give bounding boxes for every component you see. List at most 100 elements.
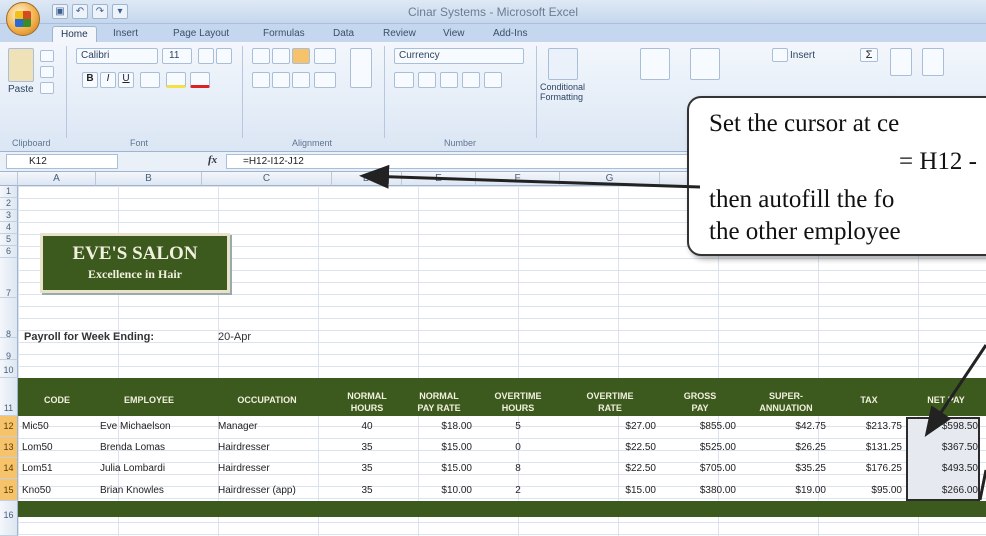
tab-add-ins[interactable]: Add-Ins	[485, 26, 535, 42]
sort-filter-icon[interactable]	[890, 48, 912, 76]
grow-font-icon[interactable]	[198, 48, 214, 64]
column-header-b[interactable]: B	[96, 172, 202, 186]
cell-employee[interactable]: Brian Knowles	[100, 484, 164, 498]
select-all-corner[interactable]	[0, 172, 18, 186]
insert-cells-button[interactable]: Insert	[790, 50, 815, 61]
cell-occupation[interactable]: Hairdresser (app)	[218, 484, 296, 498]
cell-employee[interactable]: Julia Lombardi	[100, 462, 165, 476]
comma-style-icon[interactable]	[440, 72, 458, 88]
cell-normal-pay-rate[interactable]: $10.00	[402, 484, 472, 498]
align-right-icon[interactable]	[292, 72, 310, 88]
format-painter-icon[interactable]	[40, 82, 54, 94]
tab-page-layout[interactable]: Page Layout	[165, 26, 237, 42]
paste-label[interactable]: Paste	[8, 84, 34, 95]
cell-gross-pay[interactable]: $705.00	[660, 462, 736, 476]
tab-formulas[interactable]: Formulas	[255, 26, 313, 42]
tab-home[interactable]: Home	[52, 26, 97, 42]
row-header[interactable]: 7	[0, 258, 18, 298]
cell-overtime-hours[interactable]: 5	[476, 420, 560, 434]
row-header[interactable]: 11	[0, 378, 18, 416]
column-header-f[interactable]: F	[476, 172, 560, 186]
row-header[interactable]: 15	[0, 479, 18, 501]
name-box[interactable]: K12	[6, 154, 118, 169]
borders-icon[interactable]	[140, 72, 160, 88]
cell-superannuation[interactable]: $19.00	[740, 484, 826, 498]
row-header[interactable]: 2	[0, 198, 18, 210]
cell-code[interactable]: Mic50	[22, 420, 49, 434]
align-bottom-icon[interactable]	[292, 48, 310, 64]
cell-normal-hours[interactable]: 40	[332, 420, 402, 434]
column-header-c[interactable]: C	[202, 172, 332, 186]
insert-function-icon[interactable]: fx	[208, 154, 217, 166]
cell-net-pay[interactable]: $367.50	[906, 441, 978, 455]
row-header[interactable]: 16	[0, 501, 18, 536]
cell-normal-pay-rate[interactable]: $15.00	[402, 462, 472, 476]
tab-data[interactable]: Data	[325, 26, 362, 42]
font-color-icon[interactable]	[190, 72, 210, 88]
orientation-icon[interactable]	[314, 48, 336, 64]
cell-employee[interactable]: Brenda Lomas	[100, 441, 165, 455]
cell-styles-icon[interactable]	[690, 48, 720, 80]
column-header-a[interactable]: A	[18, 172, 96, 186]
column-header-d[interactable]: D	[332, 172, 402, 186]
italic-icon[interactable]: I	[100, 72, 116, 88]
cell-code[interactable]: Lom51	[22, 462, 53, 476]
cell-gross-pay[interactable]: $380.00	[660, 484, 736, 498]
find-select-icon[interactable]	[922, 48, 944, 76]
row-header[interactable]: 9	[0, 338, 18, 361]
indent-icon[interactable]	[314, 72, 336, 88]
cell-gross-pay[interactable]: $855.00	[660, 420, 736, 434]
number-format-select[interactable]: Currency	[394, 48, 524, 64]
align-center-icon[interactable]	[272, 72, 290, 88]
cell-gross-pay[interactable]: $525.00	[660, 441, 736, 455]
cell-tax[interactable]: $95.00	[832, 484, 902, 498]
cell-normal-pay-rate[interactable]: $15.00	[402, 441, 472, 455]
cell-employee[interactable]: Eve Michaelson	[100, 420, 171, 434]
row-header[interactable]: 6	[0, 246, 18, 258]
row-header[interactable]: 8	[0, 298, 18, 339]
cell-tax[interactable]: $176.25	[832, 462, 902, 476]
column-header-e[interactable]: E	[402, 172, 476, 186]
cell-normal-hours[interactable]: 35	[332, 484, 402, 498]
cell-code[interactable]: Lom50	[22, 441, 53, 455]
cell-overtime-rate[interactable]: $22.50	[560, 441, 656, 455]
autosum-icon[interactable]: Σ	[860, 48, 878, 62]
row-header[interactable]: 12	[0, 416, 18, 437]
conditional-formatting-label[interactable]: Conditional Formatting	[540, 82, 600, 102]
payroll-week-ending[interactable]: 20-Apr	[218, 331, 251, 343]
underline-icon[interactable]: U	[118, 72, 134, 88]
cell-code[interactable]: Kno50	[22, 484, 51, 498]
column-header-g[interactable]: G	[560, 172, 660, 186]
paste-icon[interactable]	[8, 48, 34, 82]
row-header[interactable]: 4	[0, 222, 18, 234]
cell-overtime-hours[interactable]: 2	[476, 484, 560, 498]
align-middle-icon[interactable]	[272, 48, 290, 64]
insert-cells-icon[interactable]	[772, 48, 788, 62]
row-header[interactable]: 13	[0, 437, 18, 458]
decrease-decimal-icon[interactable]	[484, 72, 502, 88]
cell-net-pay[interactable]: $493.50	[906, 462, 978, 476]
cell-occupation[interactable]: Hairdresser	[218, 462, 270, 476]
increase-decimal-icon[interactable]	[462, 72, 480, 88]
row-header[interactable]: 14	[0, 458, 18, 479]
tab-review[interactable]: Review	[375, 26, 424, 42]
percent-icon[interactable]	[418, 72, 436, 88]
cut-icon[interactable]	[40, 50, 54, 62]
cell-net-pay[interactable]: $598.50	[906, 420, 978, 434]
cell-overtime-rate[interactable]: $22.50	[560, 462, 656, 476]
cell-overtime-hours[interactable]: 8	[476, 462, 560, 476]
cell-normal-pay-rate[interactable]: $18.00	[402, 420, 472, 434]
cell-net-pay[interactable]: $266.00	[906, 484, 978, 498]
font-size-select[interactable]: 11	[162, 48, 192, 64]
copy-icon[interactable]	[40, 66, 54, 78]
font-name-select[interactable]: Calibri	[76, 48, 158, 64]
tab-view[interactable]: View	[435, 26, 473, 42]
cell-overtime-rate[interactable]: $15.00	[560, 484, 656, 498]
row-header[interactable]: 5	[0, 234, 18, 246]
shrink-font-icon[interactable]	[216, 48, 232, 64]
bold-icon[interactable]: B	[82, 72, 98, 88]
fill-color-icon[interactable]	[166, 72, 186, 88]
row-header[interactable]: 1	[0, 186, 18, 198]
cell-superannuation[interactable]: $26.25	[740, 441, 826, 455]
row-header[interactable]: 3	[0, 210, 18, 222]
